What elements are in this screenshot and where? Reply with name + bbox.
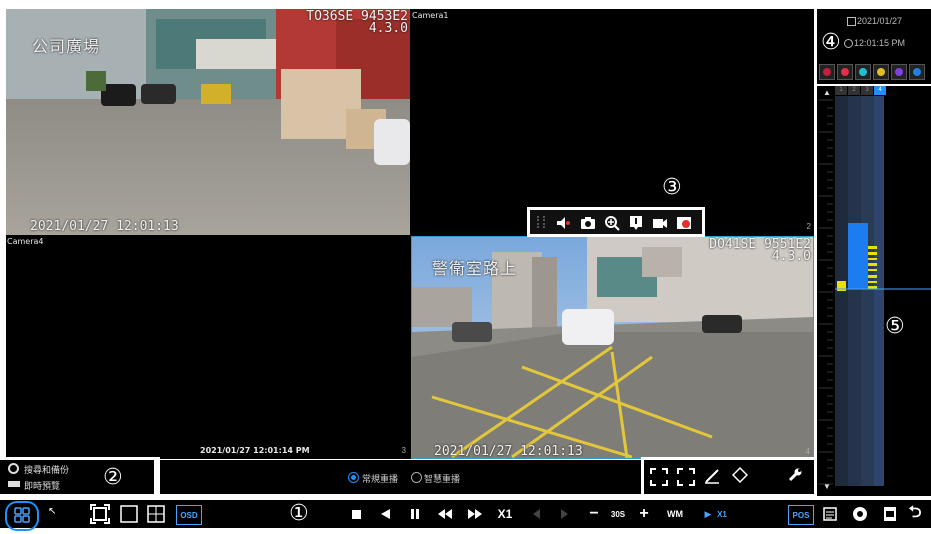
settings-wrench-icon[interactable] bbox=[787, 467, 803, 483]
speed-label[interactable]: X1 bbox=[495, 504, 515, 524]
disk-icon[interactable] bbox=[909, 64, 925, 80]
timeline-panel[interactable]: ▲ ▼ 1234 ⑤ bbox=[817, 86, 931, 496]
radio-smart-label[interactable]: 智慧重播 bbox=[424, 472, 460, 485]
tile-number: 3 bbox=[401, 446, 406, 455]
osd-id-line2: 4.3.0 bbox=[368, 21, 408, 36]
clock-date: 2021/01/27 bbox=[857, 16, 903, 26]
exit-icon[interactable]: ⮌ bbox=[905, 504, 925, 524]
pos-button[interactable]: POS bbox=[788, 505, 814, 525]
prev-frame-icon[interactable] bbox=[526, 504, 546, 524]
skip-back-icon[interactable]: − bbox=[584, 504, 604, 524]
annotation-2: ② bbox=[103, 465, 123, 490]
fullscreen-icon[interactable] bbox=[90, 504, 110, 524]
tile-number: 4 bbox=[805, 447, 810, 456]
live-preview-link[interactable]: 即時預覽 bbox=[24, 479, 60, 492]
watermark-button[interactable]: WM bbox=[662, 504, 688, 524]
edit-tools-panel bbox=[644, 460, 814, 494]
osd-button[interactable]: OSD bbox=[176, 505, 202, 525]
playback-mode-bar: 常規重播 智慧重播 bbox=[160, 460, 644, 494]
fast-forward-icon[interactable] bbox=[465, 504, 485, 524]
ptz-icon[interactable] bbox=[731, 466, 749, 484]
camera-timestamp: 2021/01/27 12:01:14 PM bbox=[200, 446, 310, 455]
intelligent-icon[interactable] bbox=[891, 64, 907, 80]
bottom-toolbar: ↖ OSD ① X1 − 30S + WM ▶ X1 POS ⮌ bbox=[0, 500, 931, 531]
region-select-icon[interactable] bbox=[650, 468, 668, 486]
motion-icon[interactable] bbox=[855, 64, 871, 80]
search-icon[interactable] bbox=[8, 463, 19, 474]
drag-handle-icon[interactable] bbox=[537, 216, 545, 228]
play-speed-label: X1 bbox=[717, 509, 727, 519]
radio-normal-playback[interactable] bbox=[348, 472, 359, 483]
bookmark-icon[interactable] bbox=[626, 213, 646, 233]
record-icon[interactable] bbox=[650, 213, 670, 233]
timeline-channel-4[interactable]: 4 bbox=[874, 86, 886, 95]
camera-tile-2[interactable]: Camera1 2 bbox=[411, 9, 814, 235]
backup-file-icon[interactable] bbox=[880, 504, 900, 524]
rewind-icon[interactable] bbox=[435, 504, 455, 524]
single-view-icon[interactable] bbox=[119, 504, 139, 524]
mouse-cursor-icon: ↖ bbox=[48, 506, 57, 517]
clock-time: 12:01:15 PM bbox=[854, 38, 906, 48]
timeline-channel-1[interactable]: 1 bbox=[835, 86, 847, 95]
osd-device-id: DO41SE 9551E2 4.3.0 bbox=[709, 238, 811, 264]
radio-normal-label[interactable]: 常規重播 bbox=[362, 472, 398, 485]
annotation-4: ④ bbox=[821, 30, 841, 55]
radio-smart-playback[interactable] bbox=[411, 472, 422, 483]
camera-tile-4[interactable]: 警衛室路上 DO41SE 9551E2 4.3.0 2021/01/27 12:… bbox=[411, 236, 814, 459]
start-menu-icon[interactable] bbox=[5, 501, 39, 531]
osd-device-id: TO36SE 9453E2 4.3.0 bbox=[306, 10, 408, 36]
skip-interval-label: 30S bbox=[610, 509, 626, 519]
live-preview-icon[interactable] bbox=[8, 481, 20, 487]
tile-number: 2 bbox=[806, 222, 811, 231]
osd-id-line2: 4.3.0 bbox=[771, 249, 811, 264]
mute-icon[interactable] bbox=[554, 213, 574, 233]
timeline-chart bbox=[819, 96, 931, 486]
pause-icon[interactable] bbox=[405, 504, 425, 524]
clock-panel: 2021/01/27 12:01:15 PM ④ bbox=[817, 9, 931, 84]
timeline-channel-header: 1234 bbox=[835, 86, 886, 96]
alarm-out-icon[interactable] bbox=[837, 64, 853, 80]
camera-tile-3[interactable]: Camera4 2021/01/27 12:01:14 PM 3 bbox=[6, 236, 410, 459]
calendar-icon bbox=[847, 17, 856, 26]
osd-title: 警衛室路上 bbox=[432, 259, 518, 278]
status-icons bbox=[819, 64, 931, 80]
playback-camera-icon[interactable] bbox=[674, 213, 694, 233]
annotation-5: ⑤ bbox=[885, 314, 905, 339]
annotation-3: ③ bbox=[662, 175, 682, 200]
osd-date: 2021/01/27 12:01:13 bbox=[434, 444, 583, 459]
stop-icon[interactable] bbox=[346, 504, 366, 524]
camera-tile-1[interactable]: 公司廣場 TO36SE 9453E2 4.3.0 2021/01/27 12:0… bbox=[6, 9, 410, 235]
search-backup-link[interactable]: 搜尋和備份 bbox=[24, 463, 69, 476]
sensor-icon[interactable] bbox=[873, 64, 889, 80]
backup-list-icon[interactable] bbox=[820, 504, 840, 524]
annotation-1: ① bbox=[289, 501, 309, 526]
timeline-channel-3[interactable]: 3 bbox=[861, 86, 873, 95]
camera-label: Camera4 bbox=[7, 237, 44, 246]
draw-line-icon[interactable] bbox=[704, 468, 720, 484]
zoom-in-icon[interactable] bbox=[602, 213, 622, 233]
camera-label: Camera1 bbox=[412, 11, 449, 20]
skip-forward-icon[interactable]: + bbox=[634, 504, 654, 524]
clock-icon bbox=[844, 39, 853, 48]
region-resize-icon[interactable] bbox=[677, 468, 695, 486]
snapshot-icon[interactable] bbox=[578, 213, 598, 233]
next-frame-icon[interactable] bbox=[555, 504, 575, 524]
osd-date: 2021/01/27 12:01:13 bbox=[30, 219, 179, 234]
disk-record-icon[interactable] bbox=[850, 504, 870, 524]
osd-title: 公司廣場 bbox=[32, 37, 101, 56]
alarm-in-icon[interactable] bbox=[819, 64, 835, 80]
left-nav-panel: 搜尋和備份 即時預覽 ② bbox=[0, 460, 154, 494]
camera-toolbar bbox=[527, 207, 705, 237]
camera-toolbar-inner bbox=[530, 210, 702, 234]
quad-view-icon[interactable] bbox=[146, 504, 166, 524]
reverse-play-icon[interactable] bbox=[375, 504, 395, 524]
timeline-channel-2[interactable]: 2 bbox=[848, 86, 860, 95]
